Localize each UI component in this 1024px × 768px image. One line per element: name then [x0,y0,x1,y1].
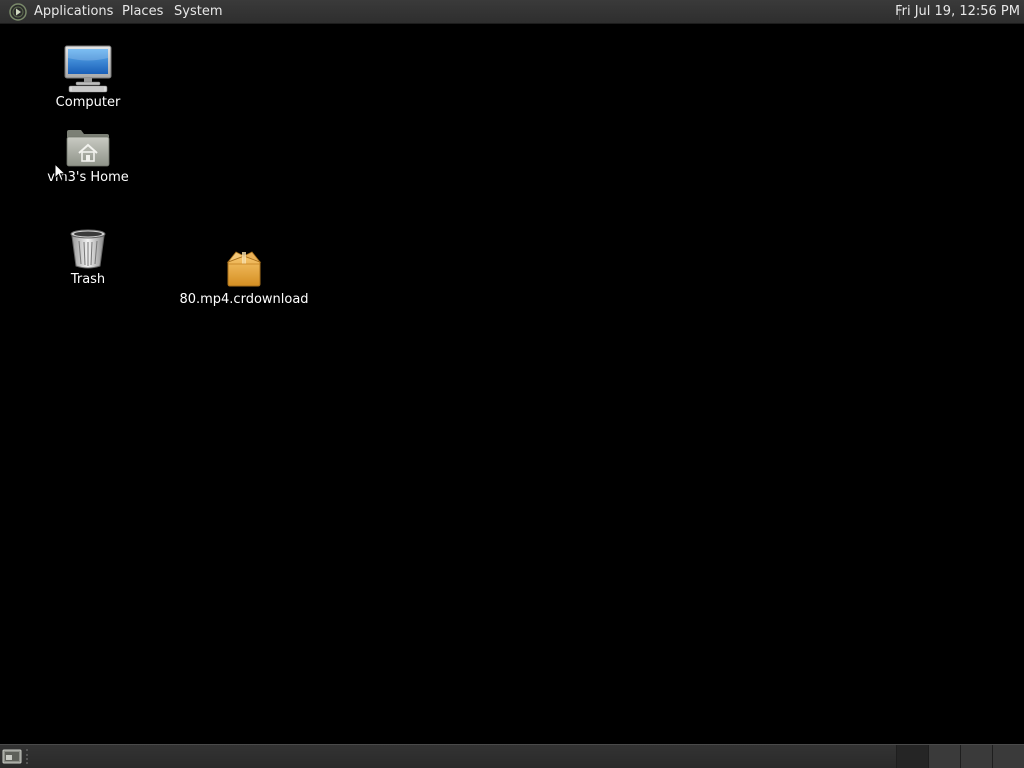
desktop-icon-label: Computer [55,95,121,110]
desktop-icon-trash[interactable]: Trash [18,228,158,288]
panel-handle[interactable] [26,749,32,764]
desktop-icon-computer[interactable]: Computer [18,45,158,111]
package-icon [226,251,262,287]
menu-system[interactable]: System [174,0,222,24]
applications-logo-icon[interactable] [9,3,27,21]
desktop-icon-label: 80.mp4.crdownload [179,292,309,307]
computer-icon [64,45,112,93]
mouse-cursor-icon [54,163,66,182]
desktop-icon-home[interactable]: vm3's Home [18,128,158,186]
home-folder-icon [66,130,110,167]
trash-icon [70,229,106,269]
top-panel: Applications Places System Fri Jul 19, 1… [0,0,1024,24]
menu-applications[interactable]: Applications [34,0,113,24]
bottom-panel [0,744,1024,768]
workspace-1[interactable] [896,745,928,768]
workspace-3[interactable] [960,745,992,768]
workspace-switcher[interactable] [896,745,1024,768]
menu-places[interactable]: Places [122,0,163,24]
workspace-2[interactable] [928,745,960,768]
clock[interactable]: Fri Jul 19, 12:56 PM [895,0,1020,24]
desktop-icon-download-file[interactable]: 80.mp4.crdownload [174,248,314,308]
desktop-icon-label: vm3's Home [47,170,129,185]
show-desktop-icon[interactable] [2,748,22,765]
desktop-icon-label: Trash [70,272,106,287]
workspace-4[interactable] [992,745,1024,768]
desktop-screen: Applications Places System Fri Jul 19, 1… [0,0,1024,768]
